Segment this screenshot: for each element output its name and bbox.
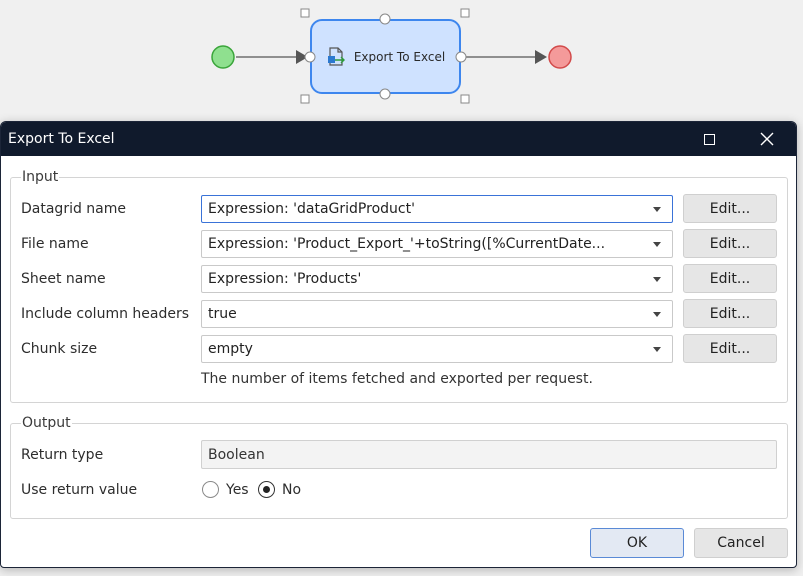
dialog-titlebar[interactable]: Export To Excel <box>1 122 796 156</box>
file-name-select[interactable]: Expression: 'Product_Export_'+toString([… <box>201 230 673 258</box>
ok-button[interactable]: OK <box>590 528 684 558</box>
use-return-yes-radio[interactable]: Yes <box>202 481 249 498</box>
selection-handle[interactable] <box>300 94 310 104</box>
close-icon <box>760 132 774 146</box>
selection-handle[interactable] <box>460 94 470 104</box>
end-event[interactable] <box>548 45 572 69</box>
start-event[interactable] <box>211 45 235 69</box>
return-type-field: Boolean <box>201 440 777 469</box>
chunk-size-hint: The number of items fetched and exported… <box>201 371 593 387</box>
sheet-name-edit-button[interactable]: Edit... <box>683 264 777 293</box>
arrow-head-in <box>296 50 308 64</box>
include-column-headers-select[interactable]: true <box>201 300 673 328</box>
close-button[interactable] <box>738 122 796 156</box>
use-return-value-label: Use return value <box>21 482 138 498</box>
chevron-down-icon <box>642 206 672 212</box>
selection-handle[interactable] <box>300 8 310 18</box>
cancel-button[interactable]: Cancel <box>694 528 788 558</box>
chevron-down-icon <box>642 311 672 317</box>
export-to-excel-dialog: Export To Excel Input Datagrid name Expr… <box>0 121 797 568</box>
maximize-icon <box>703 133 715 145</box>
file-name-label: File name <box>21 236 89 252</box>
chevron-down-icon <box>642 241 672 247</box>
chunk-size-label: Chunk size <box>21 341 98 357</box>
selection-handle[interactable] <box>460 8 470 18</box>
arrow-head-out <box>535 50 547 64</box>
export-to-excel-activity[interactable]: Export To Excel <box>310 19 461 94</box>
use-return-no-radio[interactable]: No <box>258 481 301 498</box>
chunk-size-edit-button[interactable]: Edit... <box>683 334 777 363</box>
chevron-down-icon <box>642 276 672 282</box>
datagrid-name-edit-button[interactable]: Edit... <box>683 194 777 223</box>
radio-circle-checked <box>258 481 275 498</box>
sheet-name-label: Sheet name <box>21 271 106 287</box>
maximize-button[interactable] <box>680 122 738 156</box>
export-excel-icon <box>327 46 345 66</box>
sheet-name-select[interactable]: Expression: 'Products' <box>201 265 673 293</box>
datagrid-name-select[interactable]: Expression: 'dataGridProduct' <box>201 195 673 223</box>
datagrid-name-label: Datagrid name <box>21 201 126 217</box>
chevron-down-icon <box>642 346 672 352</box>
output-group: Output <box>10 415 788 519</box>
file-name-edit-button[interactable]: Edit... <box>683 229 777 258</box>
activity-label: Export To Excel <box>353 49 446 64</box>
return-type-label: Return type <box>21 447 104 463</box>
include-column-headers-label: Include column headers <box>21 306 190 322</box>
dialog-title: Export To Excel <box>8 131 115 147</box>
chunk-size-select[interactable]: empty <box>201 335 673 363</box>
output-group-label: Output <box>21 415 72 431</box>
include-column-headers-edit-button[interactable]: Edit... <box>683 299 777 328</box>
input-group-label: Input <box>21 169 60 185</box>
radio-circle <box>202 481 219 498</box>
